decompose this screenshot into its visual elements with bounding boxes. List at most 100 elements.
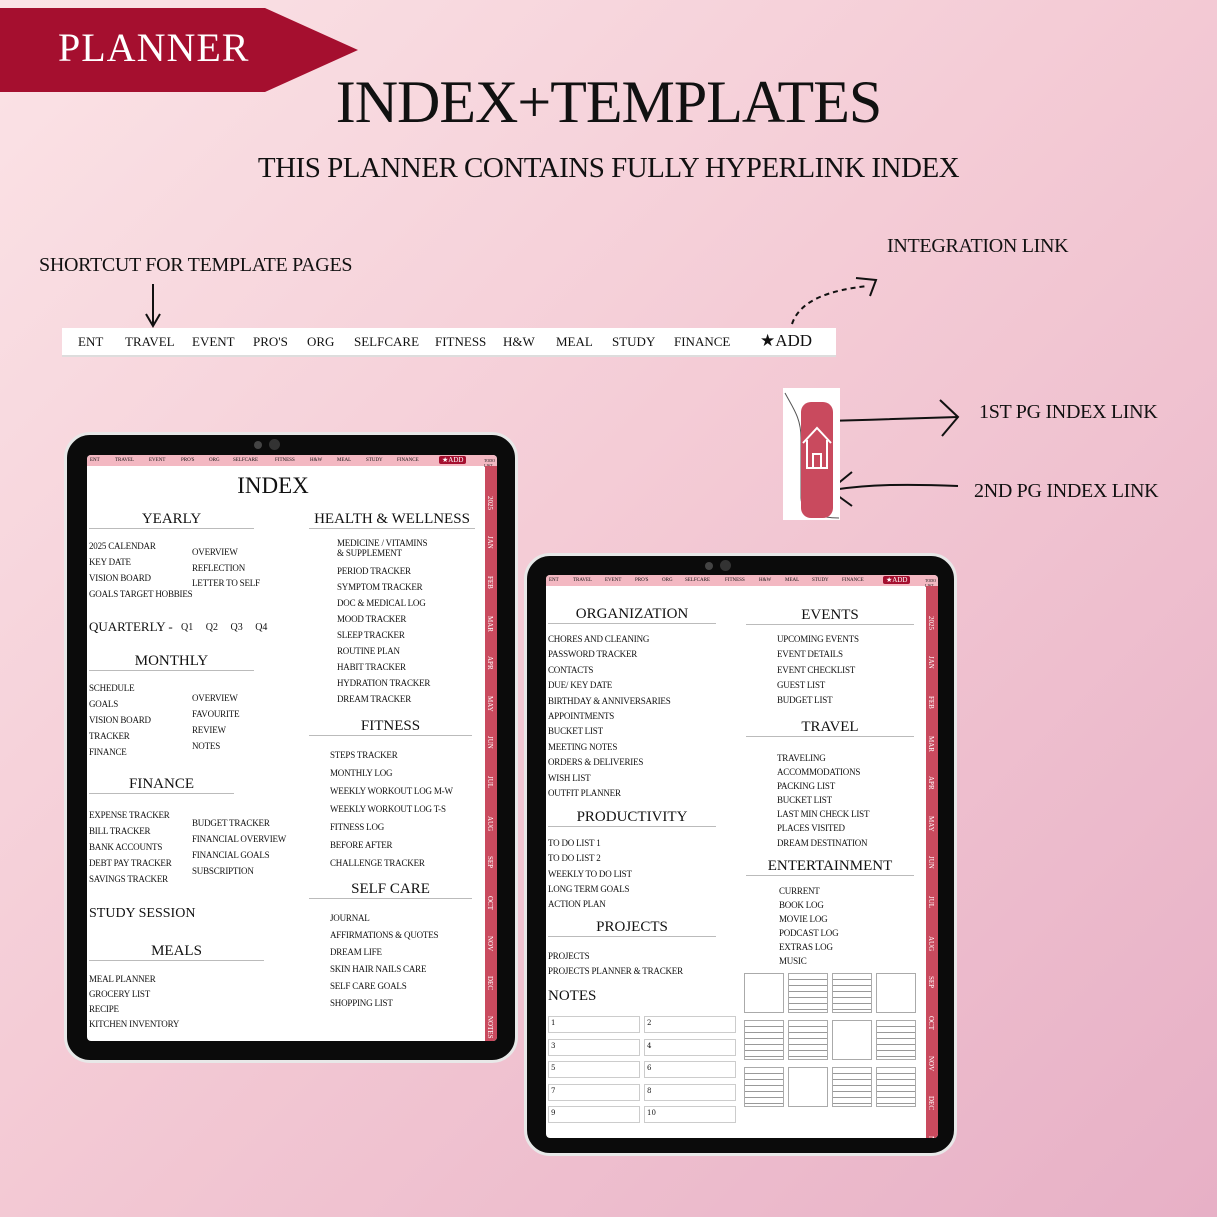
list-item[interactable]: LAST MIN CHECK LIST [777, 807, 869, 821]
list-item[interactable]: DEBT PAY TRACKER [89, 855, 172, 871]
month-tab-aug[interactable]: AUG [927, 936, 935, 951]
list-item[interactable]: REVIEW [192, 722, 239, 738]
mini-tab[interactable]: TRAVEL [573, 578, 592, 583]
list-item[interactable]: MONTHLY LOG [330, 764, 453, 782]
month-tab-jun[interactable]: JUN [927, 856, 935, 869]
month-tab-notes[interactable]: NOTES [927, 1136, 935, 1138]
mini-tab[interactable]: STUDY [366, 458, 383, 463]
list-item[interactable]: PROJECTS PLANNER & TRACKER [548, 964, 683, 979]
list-item[interactable]: ACTION PLAN [548, 897, 632, 912]
tab-fitness[interactable]: FITNESS [435, 334, 486, 350]
list-item[interactable]: SELF CARE GOALS [330, 978, 438, 995]
list-item[interactable]: NOTES [192, 738, 239, 754]
list-item[interactable]: VISION BOARD [89, 712, 151, 728]
note-link-2[interactable]: 2 [644, 1016, 736, 1033]
mini-tab[interactable]: STUDY [812, 578, 829, 583]
list-item[interactable]: BUCKET LIST [777, 793, 869, 807]
template-thumbnail[interactable] [876, 1020, 916, 1060]
list-item[interactable]: WISH LIST [548, 771, 671, 786]
month-tab-may[interactable]: MAY [927, 816, 935, 832]
list-item[interactable]: ACCOMMODATIONS [777, 765, 869, 779]
list-item[interactable]: WEEKLY TO DO LIST [548, 867, 632, 882]
month-tab-dec[interactable]: DEC [927, 1096, 935, 1110]
list-item[interactable]: SLEEP TRACKER [337, 627, 430, 643]
note-link-10[interactable]: 10 [644, 1106, 736, 1123]
note-link-8[interactable]: 8 [644, 1083, 736, 1101]
list-item[interactable]: DREAM DESTINATION [777, 836, 869, 850]
mini-tab[interactable]: TRAVEL [115, 458, 134, 463]
list-item[interactable]: APPOINTMENTS [548, 709, 671, 724]
list-item[interactable]: SCHEDULE [89, 680, 151, 696]
month-tab-oct[interactable]: OCT [486, 896, 494, 910]
list-item[interactable]: HYDRATION TRACKER [337, 675, 430, 691]
list-item[interactable]: OUTFIT PLANNER [548, 786, 671, 801]
q3-link[interactable]: Q3 [230, 622, 242, 633]
tab-org[interactable]: ORG [307, 334, 334, 350]
list-item[interactable]: MEAL PLANNER [89, 972, 179, 987]
tab-meal[interactable]: MEAL [556, 334, 593, 350]
month-tab-jun[interactable]: JUN [486, 736, 494, 749]
list-item[interactable]: CHALLENGE TRACKER [330, 854, 453, 872]
note-link-5[interactable]: 5 [548, 1061, 640, 1078]
mini-tab[interactable]: PRO'S [181, 458, 194, 463]
list-item[interactable]: KEY DATE [89, 554, 192, 570]
mini-tab[interactable]: EVENT [605, 578, 621, 583]
list-item[interactable]: MOVIE LOG [779, 912, 838, 926]
list-item[interactable]: VISION BOARD [89, 570, 192, 586]
list-item[interactable]: SYMPTOM TRACKER [337, 579, 430, 595]
mini-tab[interactable]: H&W [310, 458, 322, 463]
list-item[interactable]: FINANCE [89, 744, 151, 760]
list-item[interactable]: AFFIRMATIONS & QUOTES [330, 927, 439, 944]
mini-tab[interactable]: FINANCE [397, 458, 419, 463]
mini-tab[interactable]: FINANCE [842, 578, 864, 583]
list-item[interactable]: DOC & MEDICAL LOG [337, 595, 430, 611]
month-tab-jan[interactable]: JAN [927, 656, 935, 669]
list-item[interactable]: TO DO LIST 2 [548, 851, 632, 866]
mini-tab[interactable]: MEAL [785, 578, 799, 583]
list-item[interactable]: HABIT TRACKER [337, 659, 430, 675]
tab-pros[interactable]: PRO'S [253, 334, 288, 350]
template-thumbnail[interactable] [832, 1020, 872, 1060]
list-item[interactable]: OVERVIEW [192, 690, 239, 706]
template-thumbnail[interactable] [832, 1067, 872, 1107]
tab-travel[interactable]: TRAVEL [125, 334, 175, 350]
list-item[interactable]: WEEKLY WORKOUT LOG M-W [330, 782, 453, 800]
list-item[interactable]: GUEST LIST [777, 678, 859, 693]
note-link-9[interactable]: 9 [548, 1106, 640, 1123]
list-item[interactable]: JOURNAL [330, 910, 438, 927]
mini-tab[interactable]: FITNESS [725, 578, 745, 583]
list-item[interactable]: BANK ACCOUNTS [89, 839, 172, 855]
tab-study[interactable]: STUDY [612, 334, 655, 350]
month-tab-dec[interactable]: DEC [486, 976, 494, 990]
month-tab-oct[interactable]: OCT [927, 1016, 935, 1030]
list-item[interactable]: GROCERY LIST [89, 987, 179, 1002]
list-item[interactable]: DREAM TRACKER [337, 691, 430, 707]
list-item[interactable]: REFLECTION [192, 561, 260, 577]
month-tab-jul[interactable]: JUL [927, 896, 935, 908]
list-item[interactable]: UPCOMING EVENTS [777, 632, 859, 647]
list-item[interactable]: CURRENT [779, 884, 838, 898]
list-item[interactable]: OVERVIEW [192, 545, 260, 561]
list-item[interactable]: SKIN HAIR NAILS CARE [330, 961, 438, 978]
list-item[interactable]: PROJECTS [548, 949, 683, 964]
list-item[interactable]: MUSIC [779, 954, 838, 968]
list-item[interactable]: RECIPE [89, 1002, 179, 1017]
mini-tab[interactable]: ORG [209, 458, 220, 463]
mini-tab[interactable]: PRO'S [635, 578, 648, 583]
list-item[interactable]: GOALS [89, 696, 151, 712]
list-item[interactable]: EXPENSE TRACKER [89, 807, 172, 823]
list-item[interactable]: EXTRAS LOG [779, 940, 838, 954]
template-thumbnail[interactable] [744, 973, 784, 1013]
list-item[interactable]: DREAM LIFE [330, 944, 438, 961]
list-item[interactable]: BIRTHDAY & ANNIVERSARIES [548, 694, 671, 709]
list-item[interactable]: FAVOURITE [192, 706, 240, 722]
month-tab-jan[interactable]: JAN [486, 536, 494, 549]
list-item[interactable]: WEEKLY WORKOUT LOG T-S [330, 800, 453, 818]
note-link-7[interactable]: 7 [548, 1083, 640, 1101]
list-item[interactable]: CONTACTS [548, 663, 671, 678]
list-item[interactable]: SHOPPING LIST [330, 995, 438, 1012]
month-tab-sep[interactable]: SEP [486, 856, 494, 868]
mini-tab[interactable]: MEAL [337, 458, 351, 463]
list-item[interactable]: SUBSCRIPTION [192, 863, 286, 879]
mini-add-button[interactable]: ★ADD [439, 456, 467, 464]
